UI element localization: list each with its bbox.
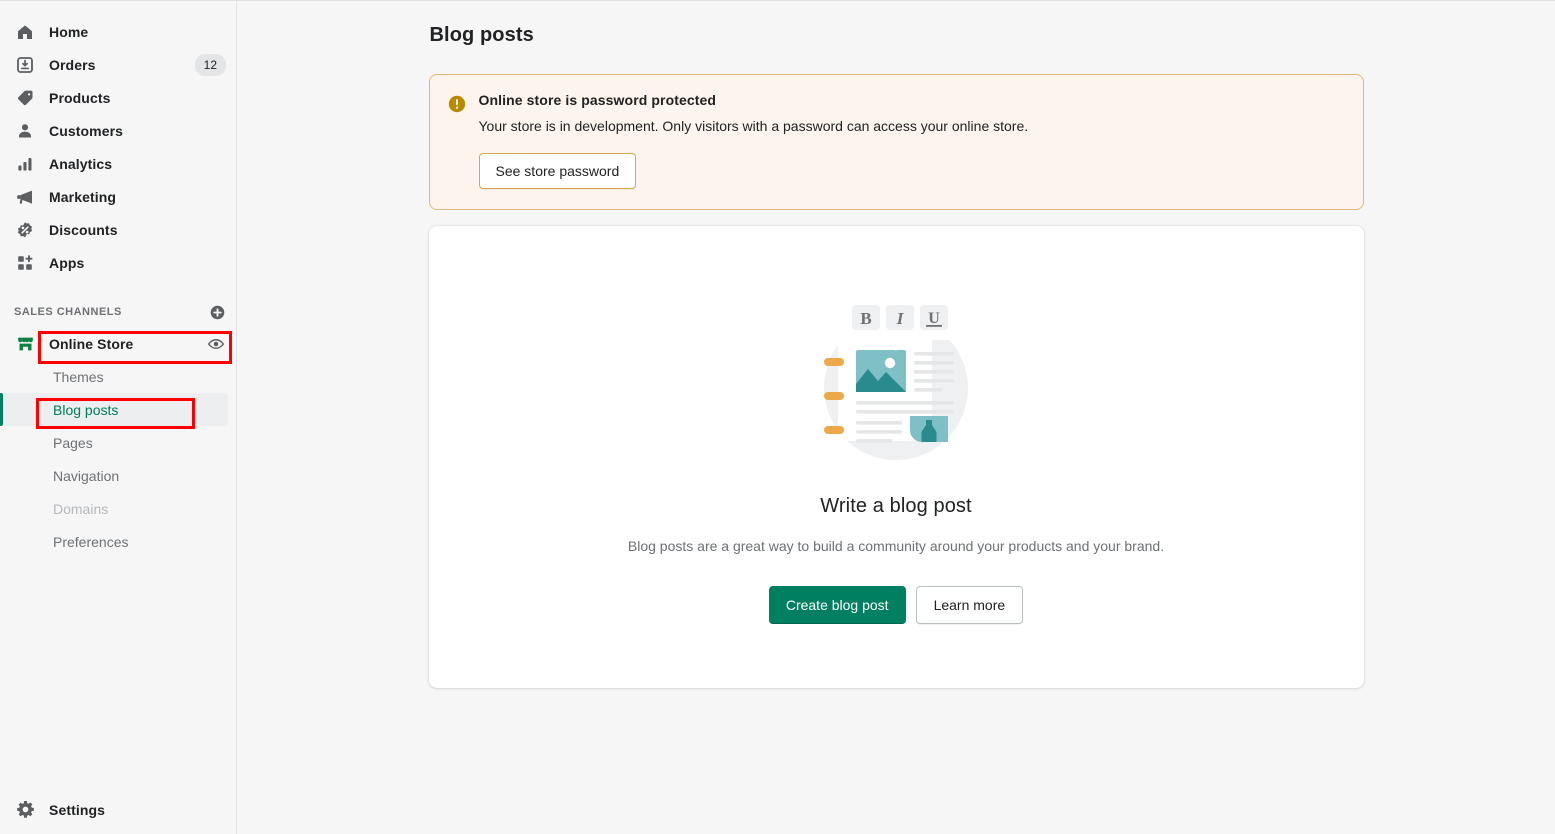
sidebar-item-label: Customers <box>49 122 124 139</box>
discounts-icon <box>14 219 36 241</box>
sidebar-item-label: Home <box>49 23 89 40</box>
underline-glyph: U <box>928 310 940 327</box>
admin-app: Home Orders 12 Products Customers Analyt… <box>0 0 1555 834</box>
sidebar-subitem-domains[interactable]: Domains <box>0 492 236 525</box>
content-column: Blog posts Online store is password prot… <box>428 24 1364 689</box>
banner-body: Online store is password protected Your … <box>478 92 1029 190</box>
eye-icon[interactable] <box>206 334 226 354</box>
sidebar-item-online-store[interactable]: Online Store <box>0 327 236 360</box>
sub-item-label: Domains <box>53 500 109 517</box>
products-icon <box>14 87 36 109</box>
sidebar-item-label: Marketing <box>49 188 117 205</box>
sidebar-item-label: Orders <box>49 56 96 73</box>
create-blog-post-button[interactable]: Create blog post <box>768 586 906 625</box>
see-store-password-button[interactable]: See store password <box>478 153 637 190</box>
sub-item-label: Pages <box>53 434 93 451</box>
orders-count-badge: 12 <box>194 53 226 76</box>
sidebar-item-label: Apps <box>49 254 85 271</box>
main-content: Blog posts Online store is password prot… <box>237 1 1555 834</box>
sidebar-item-apps[interactable]: Apps <box>0 246 236 279</box>
sidebar-item-label: Discounts <box>49 221 118 238</box>
sales-channels-title: SALES CHANNELS <box>14 306 122 318</box>
storefront-icon <box>14 333 36 355</box>
empty-state-actions: Create blog post Learn more <box>449 586 1344 625</box>
marketing-icon <box>14 186 36 208</box>
sidebar-subitem-themes[interactable]: Themes <box>0 360 236 393</box>
sidebar-subitem-navigation[interactable]: Navigation <box>0 459 236 492</box>
bold-glyph: B <box>860 309 871 328</box>
gear-icon <box>14 799 36 821</box>
blog-posts-empty-state-card: B I U Write a blog post Blog posts are a… <box>428 226 1364 689</box>
banner-text: Your store is in development. Only visit… <box>478 118 1029 134</box>
online-store-label: Online Store <box>49 335 134 352</box>
sidebar-item-home[interactable]: Home <box>0 15 236 48</box>
page-title: Blog posts <box>429 24 534 46</box>
sidebar-item-orders[interactable]: Orders 12 <box>0 48 236 81</box>
sidebar-item-discounts[interactable]: Discounts <box>0 213 236 246</box>
sidebar-item-label: Analytics <box>49 155 113 172</box>
sub-item-label: Blog posts <box>53 401 119 418</box>
learn-more-button[interactable]: Learn more <box>915 586 1024 625</box>
sidebar-item-products[interactable]: Products <box>0 81 236 114</box>
alert-circle-icon <box>447 94 467 189</box>
sidebar-item-analytics[interactable]: Analytics <box>0 147 236 180</box>
sub-item-label: Themes <box>53 368 104 385</box>
banner-title: Online store is password protected <box>478 92 717 108</box>
plus-circle-icon[interactable] <box>208 303 226 321</box>
orders-icon <box>14 54 36 76</box>
sales-channels-header: SALES CHANNELS <box>0 297 236 327</box>
sidebar-item-settings[interactable]: Settings <box>0 793 236 826</box>
active-indicator <box>0 393 3 426</box>
settings-label: Settings <box>49 801 106 818</box>
sidebar-subitem-preferences[interactable]: Preferences <box>0 525 236 558</box>
sidebar-subitem-pages[interactable]: Pages <box>0 426 236 459</box>
apps-icon <box>14 252 36 274</box>
empty-state-title: Write a blog post <box>820 495 972 518</box>
blog-post-editor-illustration: B I U <box>796 288 996 463</box>
sidebar-item-marketing[interactable]: Marketing <box>0 180 236 213</box>
empty-state-description: Blog posts are a great way to build a co… <box>627 538 1165 555</box>
sidebar-item-label: Products <box>49 89 111 106</box>
sidebar-subitem-blog-posts[interactable]: Blog posts <box>0 393 228 426</box>
home-icon <box>14 21 36 43</box>
password-protected-banner: Online store is password protected Your … <box>428 74 1364 211</box>
sidebar: Home Orders 12 Products Customers Analyt… <box>0 1 237 834</box>
sidebar-item-customers[interactable]: Customers <box>0 114 236 147</box>
sub-item-label: Navigation <box>53 467 120 484</box>
sub-item-label: Preferences <box>53 533 129 550</box>
analytics-icon <box>14 153 36 175</box>
customers-icon <box>14 120 36 142</box>
